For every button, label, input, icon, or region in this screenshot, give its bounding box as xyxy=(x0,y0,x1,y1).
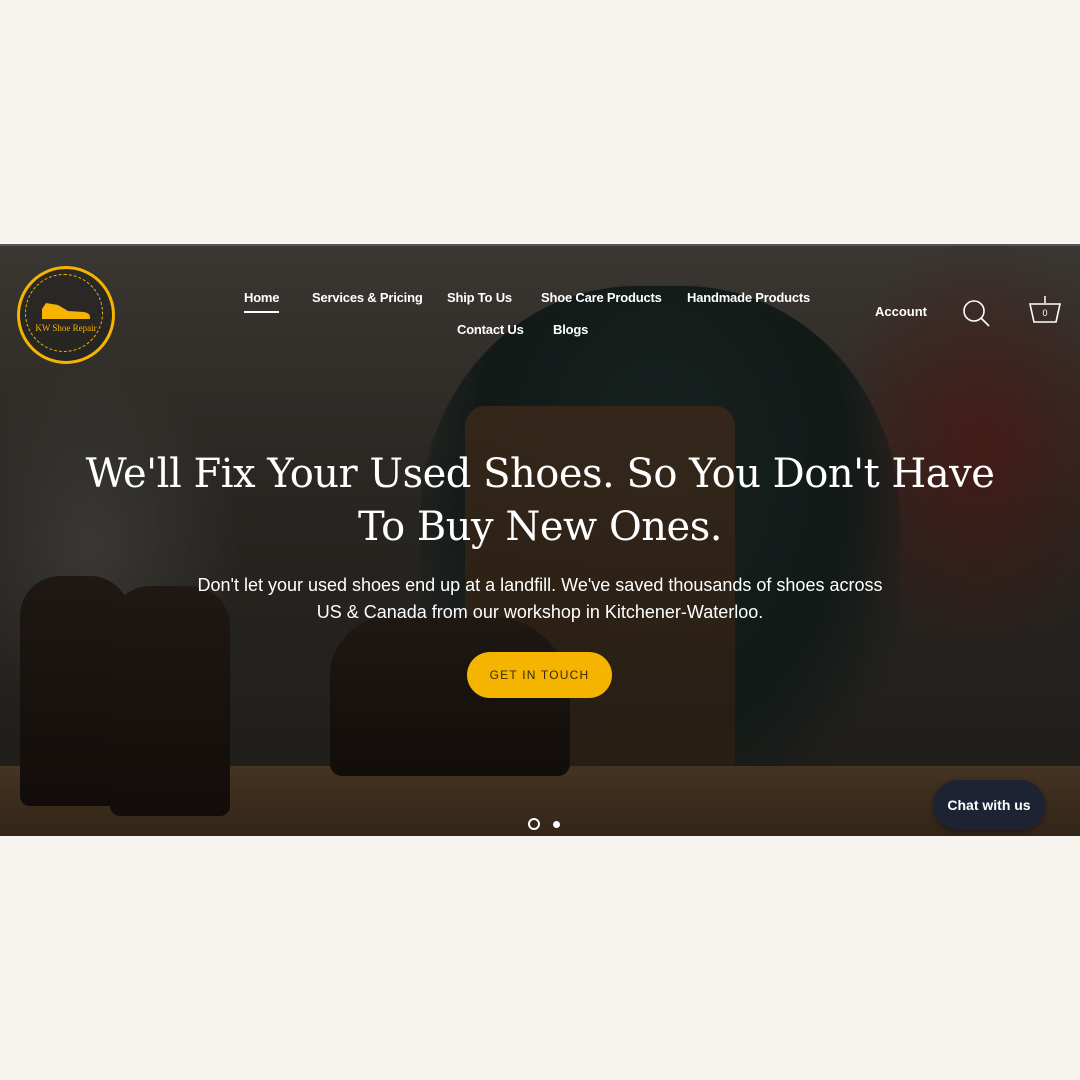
nav-item-handmade-products[interactable]: Handmade Products xyxy=(687,290,810,305)
hero-subtext: Don't let your used shoes end up at a la… xyxy=(197,575,883,622)
shoe-icon xyxy=(42,303,90,319)
slide-dot-2[interactable] xyxy=(553,821,560,828)
nav-item-services-pricing[interactable]: Services & Pricing xyxy=(312,290,423,305)
hero-banner: KW Shoe Repair Home Services & Pricing S… xyxy=(0,244,1080,836)
site-logo[interactable]: KW Shoe Repair xyxy=(17,266,115,364)
chat-with-us-button[interactable]: Chat with us xyxy=(933,780,1045,830)
main-navigation: Home Services & Pricing Ship To Us Shoe … xyxy=(230,286,810,356)
logo-text: KW Shoe Repair xyxy=(35,323,97,333)
cart-count-badge: 0 xyxy=(1042,308,1048,318)
cart-button[interactable]: 0 xyxy=(1028,294,1062,326)
get-in-touch-button[interactable]: GET IN TOUCH xyxy=(467,652,612,698)
search-button[interactable] xyxy=(961,298,991,328)
nav-item-home[interactable]: Home xyxy=(244,290,280,313)
slideshow-dots xyxy=(528,818,568,832)
nav-item-shoe-care-products[interactable]: Shoe Care Products xyxy=(541,290,662,305)
nav-item-contact-us[interactable]: Contact Us xyxy=(457,322,524,337)
nav-item-ship-to-us[interactable]: Ship To Us xyxy=(447,290,512,305)
slide-dot-1[interactable] xyxy=(528,818,540,830)
hero-headline: We'll Fix Your Used Shoes. So You Don't … xyxy=(85,451,995,550)
search-icon xyxy=(963,300,990,327)
nav-item-blogs[interactable]: Blogs xyxy=(553,322,588,337)
account-link[interactable]: Account xyxy=(875,304,927,319)
